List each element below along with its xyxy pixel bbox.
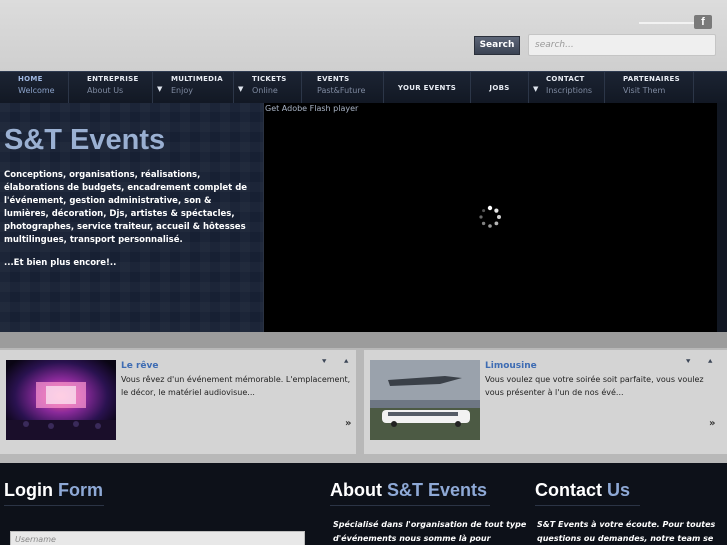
hero-title: S&T Events [4,124,166,156]
search-button[interactable]: Search [474,36,520,55]
hero-text-panel: S&T Events Conceptions, organisations, r… [0,103,263,332]
title-underline [535,505,640,506]
title-underline [330,505,490,506]
text-line: Spécialisé dans l'organisation de tout t… [333,520,527,529]
news-title[interactable]: Le rêve [121,361,159,371]
contact-title: Contact Us [535,480,630,501]
facebook-icon[interactable]: f [694,15,712,29]
chevron-up-icon[interactable]: ⯅ [343,357,349,367]
nav-your-events[interactable]: YOUR EVENTS [384,72,471,104]
dropdown-arrow-icon: ▼ [238,85,244,93]
nav-subtitle: Visit Them [623,86,666,95]
title-highlight: Us [607,480,631,500]
nav-title: YOUR EVENTS [397,84,457,92]
text-line: questions ou demandes, notre team se [537,534,714,543]
username-input[interactable] [10,531,305,545]
news-band: Le rêve Vous rêvez d'un événement mémora… [0,332,727,463]
nav-title: ENTREPRISE [87,75,139,83]
nav-tickets[interactable]: ▼ TICKETS Online [234,72,302,104]
loading-spinner-icon [479,205,501,228]
news-item: Le rêve Vous rêvez d'un événement mémora… [0,350,356,454]
contact-text: S&T Events à votre écoute. Pour toutes q… [537,518,725,545]
news-title[interactable]: Limousine [485,361,537,371]
title-underline [4,505,104,506]
login-form-title: Login Form [4,480,103,501]
flash-player[interactable]: Get Adobe Flash player [263,103,717,332]
nav-title: PARTENAIRES [623,75,680,83]
nav-events[interactable]: EVENTS Past&Future [302,72,384,104]
about-title: About S&T Events [330,480,487,501]
nav-jobs[interactable]: JOBS [471,72,529,104]
nav-subtitle: Online [252,86,278,95]
hero-description: Conceptions, organisations, réalisations… [4,170,248,245]
nav-contact[interactable]: ▼ CONTACT Inscriptions [529,72,605,104]
text-line: d'événements nous somme là pour [333,534,491,543]
nav-title: JOBS [489,84,510,92]
nav-multimedia[interactable]: ▼ MULTIMEDIA Enjoy [153,72,234,104]
news-image-concert[interactable] [6,360,116,440]
nav-subtitle: Past&Future [317,86,366,95]
text-line: S&T Events à votre écoute. Pour toutes [537,520,716,529]
nav-home[interactable]: HOME Welcome [0,72,69,104]
main-navigation: HOME Welcome ENTREPRISE About Us ▼ MULTI… [0,71,727,104]
news-item: Limousine Vous voulez que votre soirée s… [364,350,727,454]
news-image-limousine[interactable] [370,360,480,440]
nav-partenaires[interactable]: PARTENAIRES Visit Them [605,72,694,104]
chevron-down-icon[interactable]: ⯆ [321,357,327,367]
hero-edge [717,103,727,332]
news-excerpt: Vous voulez que votre soirée soit parfai… [485,375,704,397]
nav-title: HOME [18,75,43,83]
band-strip [0,332,727,348]
chevron-down-icon[interactable]: ⯆ [685,357,691,367]
title-highlight: Form [58,480,103,500]
hero-section: S&T Events Conceptions, organisations, r… [0,103,727,332]
read-more-link[interactable]: » [709,418,715,429]
nav-title: CONTACT [546,75,585,83]
flash-player-link[interactable]: Get Adobe Flash player [265,104,358,113]
search-input[interactable] [528,34,716,56]
nav-title: MULTIMEDIA [171,75,223,83]
nav-title: TICKETS [252,75,287,83]
about-text: Spécialisé dans l'organisation de tout t… [333,518,528,545]
news-excerpt: Vous rêvez d'un événement mémorable. L'e… [121,375,351,397]
hero-more-text: ...Et bien plus encore!.. [4,258,117,268]
chevron-up-icon[interactable]: ⯅ [707,357,713,367]
nav-subtitle: Enjoy [171,86,193,95]
footer: Login Form About S&T Events Spécialisé d… [0,463,727,545]
title-part: Login [4,480,53,500]
nav-subtitle: Welcome [18,86,55,95]
nav-subtitle: About Us [87,86,124,95]
social-divider [639,22,695,24]
nav-subtitle: Inscriptions [546,86,593,95]
dropdown-arrow-icon: ▼ [533,85,539,93]
nav-entreprise[interactable]: ENTREPRISE About Us [69,72,153,104]
title-highlight: S&T Events [387,480,488,500]
top-bar: f Search [0,0,727,71]
title-part: Contact [535,480,602,500]
read-more-link[interactable]: » [345,418,351,429]
title-part: About [330,480,382,500]
nav-title: EVENTS [317,75,350,83]
dropdown-arrow-icon: ▼ [157,85,163,93]
